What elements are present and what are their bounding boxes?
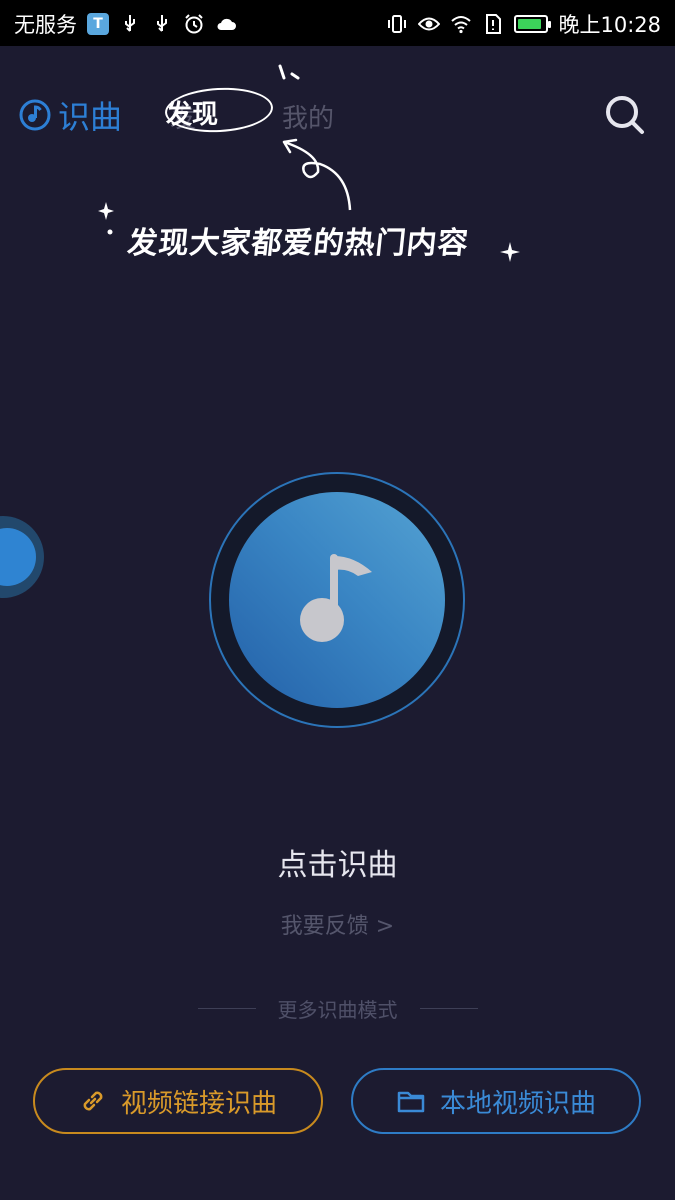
clock-time: 晚上10:28	[558, 13, 661, 37]
sparkle-strokes-icon	[278, 64, 300, 80]
tab-discover[interactable]: 发现	[166, 94, 218, 131]
wifi-icon	[451, 16, 472, 34]
eye-icon	[418, 17, 441, 31]
recognize-label: 点击识曲	[277, 848, 398, 883]
status-bar-right: 晚上10:28	[386, 9, 661, 39]
sparkle-icon	[98, 202, 114, 235]
divider-line	[197, 1008, 256, 1009]
status-bar-left: 无服务 T	[14, 9, 237, 39]
battery-level	[518, 19, 541, 29]
usb-icon	[125, 15, 135, 32]
floating-side-button-core	[0, 528, 36, 586]
tab-mine[interactable]: 我的	[282, 98, 334, 135]
vibrate-icon	[388, 15, 407, 33]
app-logo-label: 识曲	[58, 98, 123, 136]
onboarding-tip: 发现大家都爱的热门内容	[125, 226, 471, 261]
cloud-icon	[217, 18, 236, 30]
folder-icon	[397, 1091, 425, 1113]
local-video-recognize-button[interactable]: 本地视频识曲	[351, 1068, 641, 1134]
more-modes-divider: 更多识曲模式	[0, 994, 675, 1023]
sim-alert-icon	[486, 14, 502, 34]
usb-icon	[157, 15, 167, 32]
music-note-icon	[300, 554, 372, 642]
divider-line	[419, 1008, 478, 1009]
link-icon	[83, 1091, 103, 1111]
recognize-button[interactable]	[229, 492, 445, 708]
status-bar: 无服务 T 晚上10:28	[0, 0, 675, 46]
feedback-link[interactable]: 我要反馈 >	[0, 908, 675, 940]
music-disc-icon	[19, 99, 51, 131]
battery-icon	[514, 15, 552, 33]
app-screen: 无服务 T 晚上10:28 识曲 发 发现 我的 发现大家都爱的热门内容 点击识…	[0, 0, 675, 1200]
carrier-text: 无服务	[14, 13, 77, 37]
curved-arrow-icon	[282, 138, 352, 211]
video-link-recognize-label: 视频链接识曲	[120, 1088, 277, 1119]
video-link-recognize-button[interactable]: 视频链接识曲	[33, 1068, 323, 1134]
app-logo[interactable]: 识曲	[18, 92, 122, 138]
local-video-recognize-label: 本地视频识曲	[439, 1088, 596, 1119]
app-badge-icon: T	[87, 13, 109, 35]
sparkle-icon	[500, 242, 520, 262]
search-icon[interactable]	[602, 92, 646, 136]
more-modes-label: 更多识曲模式	[277, 998, 398, 1022]
alarm-icon	[185, 14, 203, 34]
floating-side-button[interactable]	[0, 516, 44, 598]
